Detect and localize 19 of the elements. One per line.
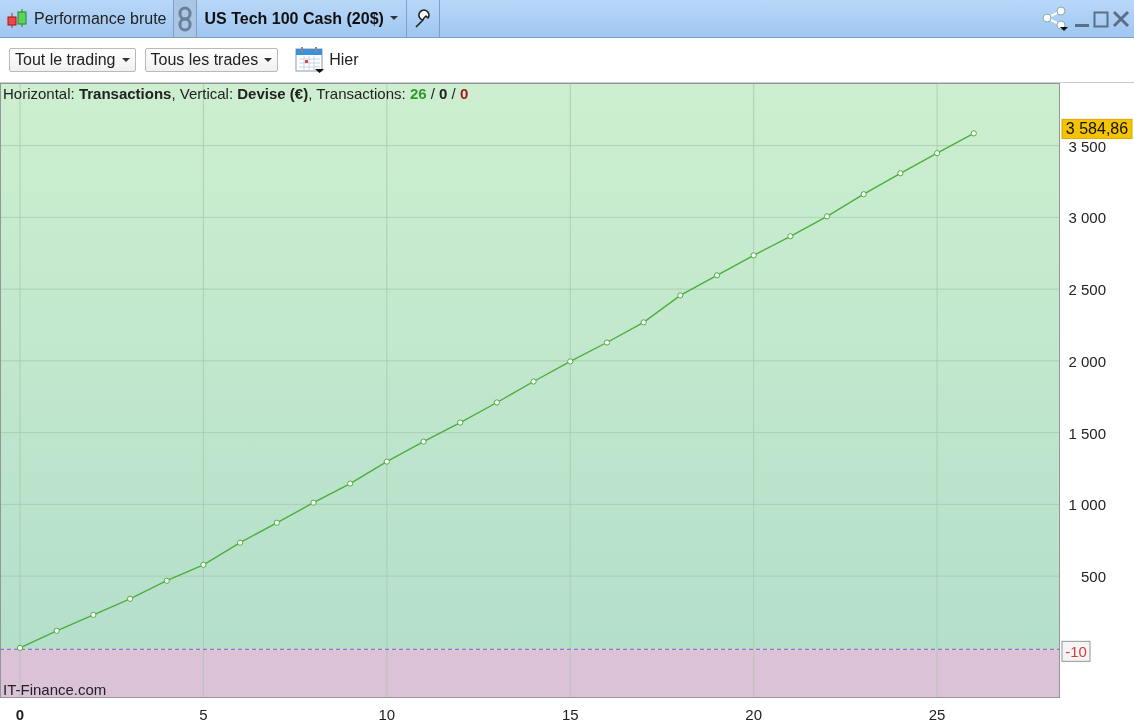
date-label: Hier	[329, 51, 359, 69]
axis-label: 25	[928, 706, 946, 723]
last-value-badge: 3 584,86	[1061, 118, 1133, 139]
axis-label: 15	[561, 706, 579, 723]
window-title: Performance brute	[34, 9, 167, 28]
chart-info-line: Horizontal: Transactions, Vertical: Devise (€), Transactions: 26 / 0 / 0	[3, 85, 469, 102]
axis-label: 5	[199, 706, 208, 723]
axis-label: 3 500	[1068, 137, 1106, 155]
axis-label: 1 500	[1068, 424, 1106, 442]
axis-label: 3 000	[1068, 209, 1106, 227]
axis-label: 1 000	[1068, 496, 1106, 514]
axis-label: 0	[15, 706, 25, 723]
axis-label: 20	[745, 706, 763, 723]
axis-label: 500	[1080, 568, 1106, 586]
chart-credit: IT-Finance.com	[3, 681, 107, 698]
baseline-badge: -10	[1061, 640, 1091, 662]
axis-label: 2 000	[1068, 352, 1106, 370]
axis-label: 2 500	[1068, 281, 1106, 299]
axis-label: 10	[378, 706, 396, 723]
